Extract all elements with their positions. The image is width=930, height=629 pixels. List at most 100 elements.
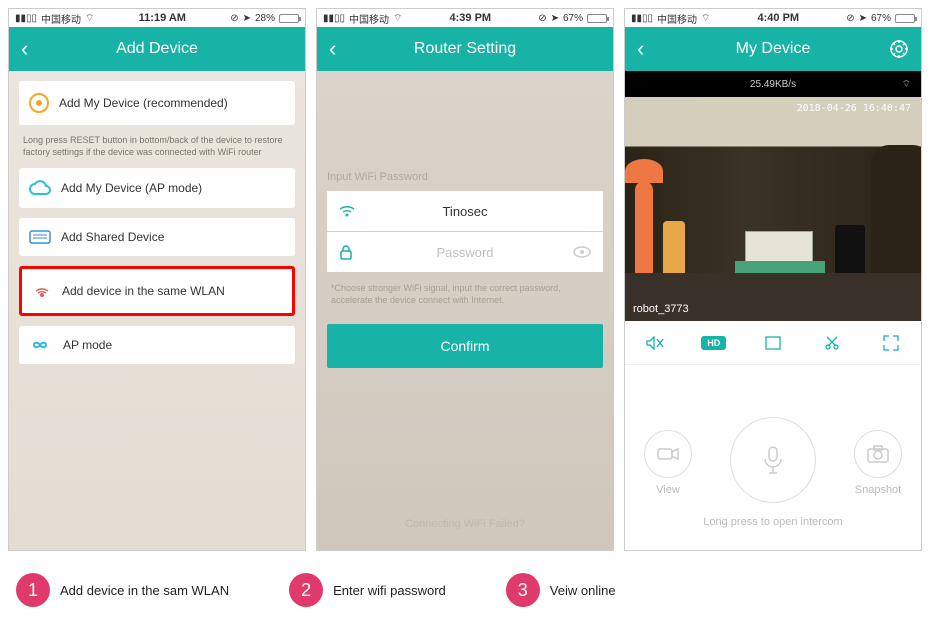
phone-router-setting: ▮▮▯▯ 中国移动 ⌔ 4:39 PM ⊘ ➤ 67% ‹ Router Set… [316, 8, 614, 551]
carrier-label: 中国移动 [349, 11, 389, 26]
view-label: View [656, 484, 680, 496]
step-label: Veiw online [550, 583, 616, 598]
page-title: Router Setting [414, 40, 516, 58]
status-bar: ▮▮▯▯ 中国移动 ⌔ 4:40 PM ⊘ ➤ 67% [625, 9, 921, 27]
status-bar: ▮▮▯▯ 中国移动 ⌔ 4:39 PM ⊘ ➤ 67% [317, 9, 613, 27]
battery-percent: 28% [255, 13, 275, 24]
cloud-icon [29, 180, 51, 196]
step-number: 2 [289, 573, 323, 607]
video-timestamp: 2018-04-26 16:40:47 [797, 103, 911, 114]
phone-my-device: ▮▮▯▯ 中国移动 ⌔ 4:40 PM ⊘ ➤ 67% ‹ My Device … [624, 8, 922, 551]
option-label: Add My Device (AP mode) [61, 181, 202, 195]
video-scene [625, 97, 921, 321]
password-placeholder: Password [367, 245, 563, 260]
back-button[interactable]: ‹ [329, 36, 336, 62]
option-label: Add Shared Device [61, 230, 164, 244]
carrier-label: 中国移动 [41, 11, 81, 26]
option-add-my-device[interactable]: Add My Device (recommended) [19, 81, 295, 125]
signal-icon: ▮▮▯▯ [15, 13, 37, 24]
option-label: AP mode [63, 338, 112, 352]
video-icon [644, 430, 692, 478]
mic-icon [730, 417, 816, 503]
fullscreen-button[interactable] [871, 329, 911, 357]
battery-icon [587, 14, 607, 23]
video-toolbar: HD [625, 321, 921, 365]
wifi-icon: ⌔ [85, 12, 94, 25]
aspect-button[interactable] [753, 329, 793, 357]
confirm-button[interactable]: Confirm [327, 324, 603, 368]
ssid-field[interactable]: Tinosec [327, 191, 603, 231]
signal-hint: *Choose stronger WiFi signal, input the … [331, 283, 599, 306]
option-shared-device[interactable]: Add Shared Device [19, 218, 295, 256]
nav-icon: ➤ [859, 13, 867, 24]
alarm-icon: ⊘ [230, 13, 238, 24]
battery-icon [895, 14, 915, 23]
carrier-label: 中国移动 [657, 11, 697, 26]
page-title: Add Device [116, 40, 198, 58]
step-captions: 1 Add device in the sam WLAN 2 Enter wif… [0, 559, 930, 621]
back-button[interactable]: ‹ [21, 36, 28, 62]
nav-icon: ➤ [243, 13, 251, 24]
camera-icon [854, 430, 902, 478]
keyboard-icon [29, 230, 51, 244]
alarm-icon: ⊘ [846, 13, 854, 24]
option-same-wlan[interactable]: Add device in the same WLAN [19, 266, 295, 316]
password-field[interactable]: Password [327, 232, 603, 272]
device-icon [29, 93, 49, 113]
step-3: 3 Veiw online [506, 573, 616, 607]
signal-icon: ▮▮▯▯ [631, 13, 653, 24]
snapshot-button[interactable]: Snapshot [854, 430, 902, 496]
eye-icon[interactable] [573, 246, 591, 258]
wifi-icon: ⌔ [902, 78, 911, 91]
gear-icon[interactable] [889, 39, 909, 59]
navbar: ‹ Add Device [9, 27, 305, 71]
signal-icon: ▮▮▯▯ [323, 13, 345, 24]
wifi-icon: ⌔ [701, 12, 710, 25]
status-bar: ▮▮▯▯ 中国移动 ⌔ 11:19 AM ⊘ ➤ 28% [9, 9, 305, 27]
wlan-icon [32, 281, 52, 301]
hd-button[interactable]: HD [694, 329, 734, 357]
clock: 11:19 AM [94, 12, 230, 24]
cut-button[interactable] [812, 329, 852, 357]
battery-percent: 67% [871, 13, 891, 24]
battery-percent: 67% [563, 13, 583, 24]
option-label: Add My Device (recommended) [59, 96, 228, 110]
controls-area: View Snapshot Long press to open interco… [625, 365, 921, 550]
speed-value: 25.49KB/s [750, 79, 796, 90]
reset-hint: Long press RESET button in bottom/back o… [19, 135, 295, 158]
device-name-overlay: robot_3773 [633, 303, 689, 315]
back-button[interactable]: ‹ [637, 36, 644, 62]
mute-button[interactable] [635, 329, 675, 357]
phone-add-device: ▮▮▯▯ 中国移动 ⌔ 11:19 AM ⊘ ➤ 28% ‹ Add Devic… [8, 8, 306, 551]
intercom-button[interactable] [730, 417, 816, 509]
ssid-value: Tinosec [367, 204, 563, 219]
clock: 4:39 PM [402, 12, 538, 24]
speed-bar: 25.49KB/s ⌔ [625, 71, 921, 97]
wifi-icon [339, 204, 357, 218]
option-label: Add device in the same WLAN [62, 284, 225, 298]
longpress-hint: Long press to open intercom [625, 516, 921, 528]
nav-icon: ➤ [551, 13, 559, 24]
page-title: My Device [736, 40, 811, 58]
snapshot-label: Snapshot [855, 484, 901, 496]
view-button[interactable]: View [644, 430, 692, 496]
step-label: Add device in the sam WLAN [60, 583, 229, 598]
navbar: ‹ My Device [625, 27, 921, 71]
input-label: Input WiFi Password [327, 171, 603, 183]
infinity-icon [29, 338, 53, 352]
lock-icon [339, 244, 357, 260]
option-ap-mode-device[interactable]: Add My Device (AP mode) [19, 168, 295, 208]
step-2: 2 Enter wifi password [289, 573, 446, 607]
battery-icon [279, 14, 299, 23]
wifi-icon: ⌔ [393, 12, 402, 25]
option-ap-mode[interactable]: AP mode [19, 326, 295, 364]
step-1: 1 Add device in the sam WLAN [16, 573, 229, 607]
alarm-icon: ⊘ [538, 13, 546, 24]
step-number: 1 [16, 573, 50, 607]
navbar: ‹ Router Setting [317, 27, 613, 71]
live-video[interactable]: 2018-04-26 16:40:47 robot_3773 [625, 97, 921, 321]
step-label: Enter wifi password [333, 583, 446, 598]
failed-link[interactable]: Connecting WiFi Failed? [327, 518, 603, 540]
clock: 4:40 PM [710, 12, 846, 24]
step-number: 3 [506, 573, 540, 607]
